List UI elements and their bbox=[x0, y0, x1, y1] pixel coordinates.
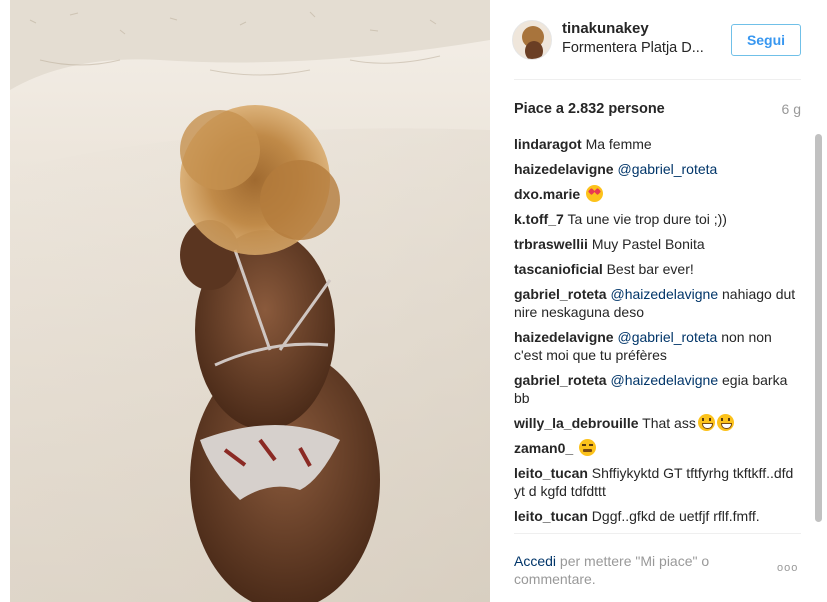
comment-mention[interactable]: @haizedelavigne bbox=[610, 286, 718, 302]
username[interactable]: tinakunakey bbox=[562, 20, 649, 37]
comment-mention[interactable]: @haizedelavigne bbox=[610, 372, 718, 388]
comment-item: haizedelavigne @gabriel_roteta bbox=[514, 160, 804, 178]
comment-item: zaman0_ bbox=[514, 439, 804, 457]
avatar-image bbox=[513, 21, 551, 59]
comment-item: leito_tucan Dggf..gfkd de uetfjf rflf.fm… bbox=[514, 507, 804, 525]
location-link[interactable]: Formentera Platja D... bbox=[562, 40, 704, 56]
divider bbox=[514, 533, 801, 534]
photo-illustration bbox=[10, 0, 490, 602]
comment-text: Ta une vie trop dure toi ;)) bbox=[567, 211, 727, 227]
comment-text: That ass bbox=[642, 415, 696, 431]
comment-text: Muy Pastel Bonita bbox=[591, 236, 705, 252]
avatar[interactable] bbox=[512, 20, 552, 60]
login-link[interactable]: Accedi bbox=[514, 553, 556, 569]
comment-username[interactable]: haizedelavigne bbox=[514, 161, 614, 177]
grin-emoji-icon bbox=[716, 414, 734, 431]
comment-username[interactable]: dxo.marie bbox=[514, 186, 580, 202]
comment-username[interactable]: willy_la_debrouille bbox=[514, 415, 639, 431]
more-options-icon[interactable]: ooo bbox=[777, 562, 798, 574]
comment-text: Best bar ever! bbox=[606, 261, 694, 277]
comment-item: k.toff_7 Ta une vie trop dure toi ;)) bbox=[514, 210, 804, 228]
post-sidebar: tinakunakey Formentera Platja D... Segui… bbox=[490, 0, 827, 602]
comment-username[interactable]: gabriel_roteta bbox=[514, 372, 607, 388]
comment-username[interactable]: lindaragot bbox=[514, 136, 582, 152]
post-time[interactable]: 6 g bbox=[782, 101, 801, 117]
login-prompt: Accedi per mettere "Mi piace" o commenta… bbox=[514, 552, 764, 588]
comment-mention[interactable]: @gabriel_roteta bbox=[617, 329, 717, 345]
comment-item: dxo.marie bbox=[514, 185, 804, 203]
divider bbox=[514, 79, 801, 80]
comment-username[interactable]: zaman0_ bbox=[514, 440, 573, 456]
comment-username[interactable]: leito_tucan bbox=[514, 508, 588, 524]
post-header: tinakunakey Formentera Platja D... Segui bbox=[490, 0, 827, 80]
post-photo[interactable] bbox=[10, 0, 490, 602]
comment-item: willy_la_debrouille That ass bbox=[514, 414, 804, 432]
follow-button[interactable]: Segui bbox=[731, 24, 801, 56]
comment-item: lindaragot Ma femme bbox=[514, 135, 804, 153]
comment-username[interactable]: haizedelavigne bbox=[514, 329, 614, 345]
comment-username[interactable]: k.toff_7 bbox=[514, 211, 564, 227]
comments-scrollbar[interactable] bbox=[815, 132, 822, 527]
comment-item: leito_tucan Shffiykyktd GT tftfyrhg tkft… bbox=[514, 464, 804, 500]
comment-item: haizedelavigne @gabriel_roteta non non c… bbox=[514, 328, 804, 364]
comment-username[interactable]: tascanioficial bbox=[514, 261, 603, 277]
comments-list[interactable]: lindaragot Ma femme haizedelavigne @gabri… bbox=[514, 135, 804, 530]
likes-count[interactable]: Piace a 2.832 persone bbox=[514, 101, 665, 117]
heart-eyes-emoji-icon bbox=[586, 185, 604, 202]
comment-item: tascanioficial Best bar ever! bbox=[514, 260, 804, 278]
comment-text: Dggf..gfkd de uetfjf rflf.fmff. bbox=[591, 508, 760, 524]
comment-username[interactable]: leito_tucan bbox=[514, 465, 588, 481]
scrollbar-thumb[interactable] bbox=[815, 134, 822, 522]
comment-item: gabriel_roteta @haizedelavigne nahiago d… bbox=[514, 285, 804, 321]
comment-username[interactable]: trbraswellii bbox=[514, 236, 588, 252]
comment-mention[interactable]: @gabriel_roteta bbox=[617, 161, 717, 177]
comment-item: trbraswellii Muy Pastel Bonita bbox=[514, 235, 804, 253]
comment-username[interactable]: gabriel_roteta bbox=[514, 286, 607, 302]
comment-item: gabriel_roteta @haizedelavigne egia bark… bbox=[514, 371, 804, 407]
persevere-emoji-icon bbox=[579, 439, 597, 456]
comment-text: Ma femme bbox=[585, 136, 652, 152]
grin-emoji-icon bbox=[697, 414, 715, 431]
